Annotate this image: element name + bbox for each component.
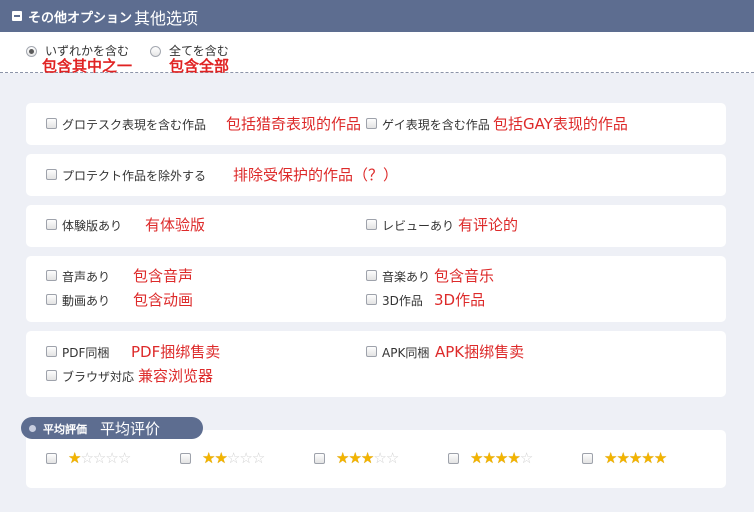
star-filled-icon: ★ [507,449,520,467]
match-all-label-cn: 包含全部 [169,57,230,75]
star-filled-icon: ★ [336,449,349,467]
rating-title-jp: 平均評価 [43,423,87,436]
filter-grotesque-label-jp: グロテスク表現を含む作品 [62,118,207,132]
checkbox-icon[interactable] [46,219,57,230]
bullet-icon [29,425,36,432]
star-filled-icon: ★ [68,449,81,467]
checkbox-icon[interactable] [46,118,57,129]
match-any-label-cn: 包含其中之一 [42,57,133,75]
filter-protect-label-cn: 排除受保护的作品（？） [233,166,399,184]
filter-video-label-cn: 包含动画 [133,291,194,309]
checkbox-icon[interactable] [366,219,377,230]
stars-1: ★☆☆☆☆ [68,449,131,467]
checkbox-icon[interactable] [46,294,57,305]
star-empty-icon: ☆ [117,449,131,467]
radio-checked-icon[interactable] [26,46,37,57]
checkbox-icon[interactable] [582,453,593,464]
checkbox-icon[interactable] [46,370,57,381]
star-empty-icon: ☆ [385,449,399,467]
stars-2: ★★☆☆☆ [202,449,265,467]
star-empty-icon: ☆ [373,449,386,467]
filter-trial-label-jp: 体験版あり [62,219,123,233]
section-title-cn: 其他选项 [134,9,199,28]
checkbox-icon[interactable] [314,453,325,464]
filter-browser-label-jp: ブラウザ対応 [62,370,135,384]
star-empty-icon: ☆ [519,449,533,467]
star-empty-icon: ☆ [226,449,240,467]
filter-apk-label-cn: APK捆绑售卖 [435,343,525,361]
filter-pdf-label-cn: PDF捆绑售卖 [131,343,221,361]
checkbox-icon[interactable] [448,453,459,464]
stars-4: ★★★★☆ [470,449,533,467]
star-filled-icon: ★ [202,449,215,467]
filter-voice-label-cn: 包含音声 [133,267,194,285]
filter-video-label-jp: 動画あり [62,294,111,308]
filter-card-media: 音声あり 包含音声 音楽あり 包含音乐 動画あり 包含动画 3D作品 3D作品 [26,256,726,322]
filter-review-label-cn: 有评论的 [458,216,519,234]
radio-unchecked-icon[interactable] [150,46,161,57]
filter-3d-label-cn: 3D作品 [434,291,486,309]
star-filled-icon: ★ [494,449,508,467]
checkbox-icon[interactable] [366,118,377,129]
checkbox-icon[interactable] [180,453,191,464]
star-filled-icon: ★ [348,449,361,467]
filter-card-bundles: PDF同梱 PDF捆绑售卖 APK同梱 APK捆绑售卖 ブラウザ対応 兼容浏览器 [26,331,726,397]
checkbox-icon[interactable] [366,294,377,305]
filter-review-label-jp: レビューあり [382,219,455,233]
filter-gay-label-jp: ゲイ表現を含む作品 [382,118,490,132]
star-empty-icon: ☆ [251,449,265,467]
filter-music-label-cn: 包含音乐 [434,267,495,285]
star-filled-icon: ★ [641,449,654,467]
collapse-icon[interactable] [12,11,22,21]
checkbox-icon[interactable] [46,453,57,464]
filter-card-protect: プロテクト作品を除外する 排除受保护的作品（？） [26,154,726,196]
filter-gay-label-cn: 包括GAY表现的作品 [493,115,628,133]
checkbox-icon[interactable] [366,270,377,281]
checkbox-icon[interactable] [46,346,57,357]
filter-browser-label-cn: 兼容浏览器 [138,367,214,385]
star-filled-icon: ★ [482,449,495,467]
star-filled-icon: ★ [628,449,642,467]
section-title-jp: その他オプション [28,11,133,26]
filter-trial-label-cn: 有体验版 [145,216,206,234]
star-empty-icon: ☆ [239,449,252,467]
checkbox-icon[interactable] [366,346,377,357]
stars-3: ★★★☆☆ [336,449,399,467]
star-empty-icon: ☆ [92,449,106,467]
star-filled-icon: ★ [604,449,617,467]
filter-3d-label-jp: 3D作品 [382,294,423,308]
filter-card-extras: 体験版あり 有体验版 レビューあり 有评论的 [26,205,726,247]
stars-5: ★★★★★ [604,449,667,467]
star-filled-icon: ★ [653,449,667,467]
checkbox-icon[interactable] [46,169,57,180]
star-filled-icon: ★ [470,449,483,467]
filter-music-label-jp: 音楽あり [382,270,431,284]
filter-apk-label-jp: APK同梱 [382,346,430,360]
section-header[interactable]: その他オプション 其他选项 [0,0,754,32]
filter-grotesque-label-cn: 包括猎奇表现的作品 [226,115,362,133]
star-empty-icon: ☆ [105,449,118,467]
rating-title-cn: 平均评价 [100,420,161,438]
star-empty-icon: ☆ [80,449,93,467]
filter-protect-label-jp: プロテクト作品を除外する [62,169,207,183]
filter-pdf-label-jp: PDF同梱 [62,346,110,360]
filter-voice-label-jp: 音声あり [62,270,111,284]
star-filled-icon: ★ [360,449,374,467]
rating-title-pill: 平均評価 平均评价 [21,417,203,439]
checkbox-icon[interactable] [46,270,57,281]
star-filled-icon: ★ [616,449,629,467]
star-filled-icon: ★ [214,449,227,467]
filter-card-content: グロテスク表現を含む作品 包括猎奇表现的作品 ゲイ表現を含む作品 包括GAY表现… [26,103,726,145]
